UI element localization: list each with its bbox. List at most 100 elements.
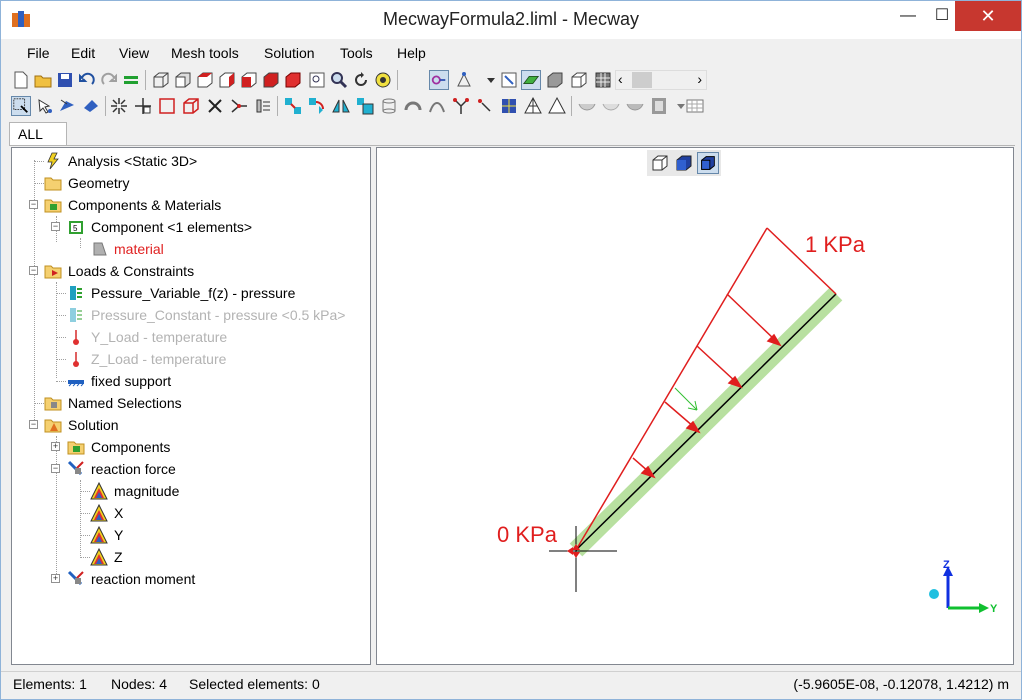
menu-tools[interactable]: Tools [340,45,373,61]
collapse-solution[interactable]: − [29,420,38,429]
shell-inner-icon[interactable] [601,96,621,116]
scene-canvas[interactable]: 1 KPa 0 KPa Z Y [377,148,1013,664]
expand-reaction-moment[interactable]: + [51,574,60,583]
film-strip-icon[interactable] [649,96,669,116]
rotate-icon[interactable] [351,70,371,90]
toolbar-separator [397,70,398,90]
tri-mesh-icon[interactable] [547,96,567,116]
split-icon[interactable] [133,96,153,116]
toolbar-separator [105,96,106,116]
cube-element-icon[interactable] [181,96,201,116]
revolve-icon[interactable] [379,96,399,116]
node-at-point-icon[interactable] [475,96,495,116]
table-icon[interactable] [685,96,705,116]
view-back-icon[interactable] [261,70,281,90]
hidden-line-view-icon[interactable] [569,70,589,90]
close-button[interactable]: ✕ [955,1,1021,31]
solid-view-icon[interactable] [545,70,565,90]
shaded-view-icon[interactable] [521,70,541,90]
rotate-nodes-icon[interactable] [307,96,327,116]
tab-all[interactable]: ALL [9,122,67,146]
tree-connector [80,238,81,248]
shell-outer-icon[interactable] [577,96,597,116]
status-nodes: Nodes: 4 [111,676,168,692]
view-left-icon[interactable] [239,70,259,90]
toolbar-separator [145,70,146,90]
show-loads-icon[interactable] [429,70,449,90]
square-element-icon[interactable] [157,96,177,116]
redo-icon[interactable] [99,70,119,90]
tree-connector [80,513,90,514]
merge-nodes-icon[interactable] [229,96,249,116]
view-bottom-icon[interactable] [283,70,303,90]
view-right-icon[interactable] [217,70,237,90]
pressure-icon [70,286,82,300]
main-toolbar: ‹ › [9,68,1015,92]
reaction-force-icon [67,460,84,476]
refine-icon[interactable] [499,96,519,116]
tree-connector [80,557,90,558]
delete-icon[interactable] [205,96,225,116]
3d-viewport[interactable]: 1 KPa 0 KPa Z Y [376,147,1014,665]
axis-y-label: Y [990,603,998,615]
select-element-icon[interactable] [57,96,77,116]
bend-icon[interactable] [403,96,423,116]
copy-nodes-icon[interactable] [355,96,375,116]
collapse-component[interactable]: − [51,222,60,231]
view-front-icon[interactable] [173,70,193,90]
loads-folder-icon [44,265,62,279]
axis-triad: Z Y [929,559,998,615]
collapse-components-materials[interactable]: − [29,200,38,209]
menu-help[interactable]: Help [397,45,426,61]
open-folder-icon[interactable] [33,70,53,90]
mirror-icon[interactable] [331,96,351,116]
branch-icon[interactable] [451,96,471,116]
sweep-icon[interactable] [427,96,447,116]
toolbar-scroller[interactable]: ‹ › [615,70,707,90]
collapse-loads-constraints[interactable]: − [29,266,38,275]
menu-edit[interactable]: Edit [71,45,95,61]
menu-view[interactable]: View [119,45,149,61]
menu-file[interactable]: File [27,45,50,61]
expand-components[interactable]: + [51,442,60,451]
scroll-thumb[interactable] [632,72,652,88]
select-box-icon[interactable] [11,96,31,116]
tree-connector [56,381,66,382]
mesh-view-icon[interactable] [593,70,613,90]
tree-connector [56,436,57,580]
scroll-left-icon[interactable]: ‹ [618,71,623,87]
show-nodes-dropdown-icon[interactable] [455,70,475,90]
named-selections-folder-icon [44,397,62,411]
status-selected: Selected elements: 0 [189,676,320,692]
fit-view-icon[interactable] [373,70,393,90]
shell-mid-icon[interactable] [625,96,645,116]
tetra-mesh-icon[interactable] [523,96,543,116]
tree-connector [56,315,66,316]
equals-icon[interactable] [121,70,141,90]
tree-connector [56,293,66,294]
model-tree: − − − − + − + Analysis <Static 3D> Geome… [11,147,371,665]
folder-icon [44,177,62,191]
wireframe-cube-icon[interactable] [151,70,171,90]
undo-icon[interactable] [77,70,97,90]
title-bar: MecwayFormula2.liml - Mecway — ☐ ✕ [1,1,1021,39]
save-icon[interactable] [55,70,75,90]
new-file-icon[interactable] [11,70,31,90]
zoom-window-icon[interactable] [307,70,327,90]
dropdown-arrow-icon[interactable] [481,70,501,90]
extrude-icon[interactable] [253,96,273,116]
collapse-reaction-force[interactable]: − [51,464,60,473]
select-face-icon[interactable] [81,96,101,116]
explode-icon[interactable] [109,96,129,116]
translate-nodes-icon[interactable] [283,96,303,116]
menu-mesh-tools[interactable]: Mesh tools [171,45,239,61]
toolbar-separator [571,96,572,116]
select-nodes-icon[interactable] [499,70,519,90]
view-top-icon[interactable] [195,70,215,90]
scroll-right-icon[interactable]: › [697,71,702,87]
menu-solution[interactable]: Solution [264,45,315,61]
axis-z-label: Z [943,559,950,571]
zoom-icon[interactable] [329,70,349,90]
select-node-icon[interactable] [35,96,55,116]
contour-plot-icon [90,482,108,500]
